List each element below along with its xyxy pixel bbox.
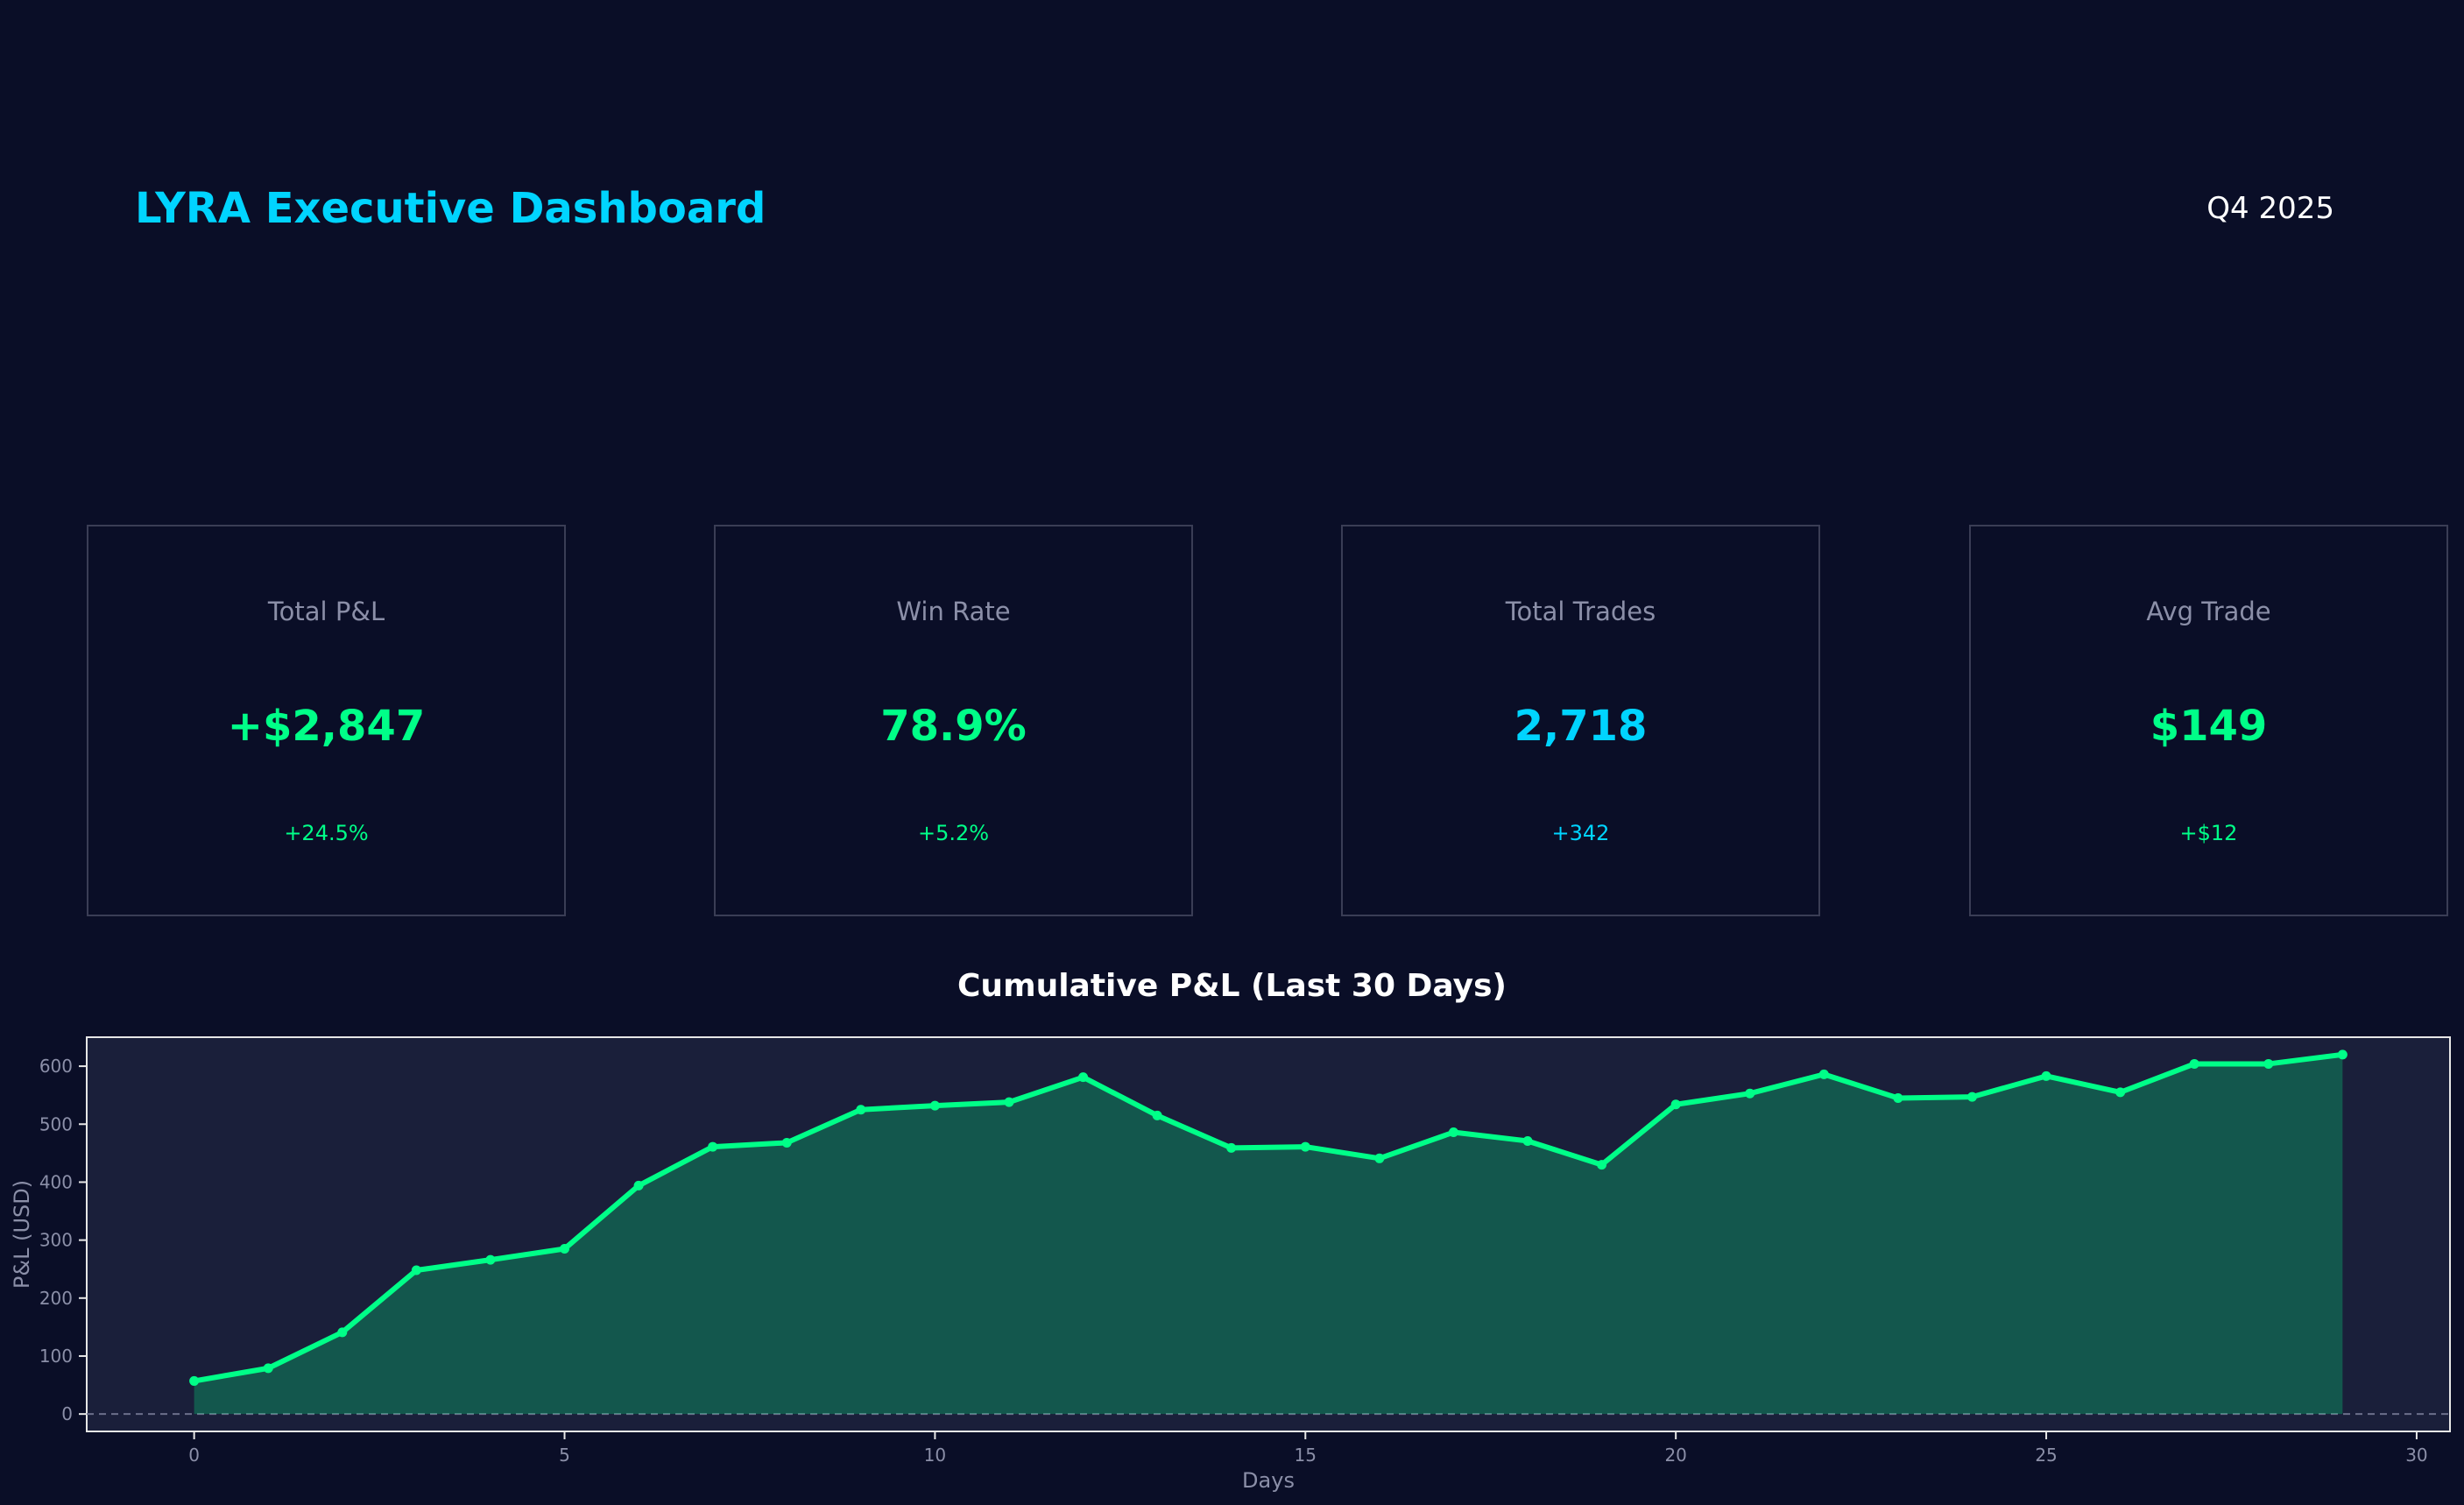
x-tick-label: 0 (188, 1445, 200, 1466)
data-point (1818, 1069, 1829, 1079)
data-point (485, 1254, 496, 1265)
x-tick-label: 15 (1295, 1445, 1317, 1466)
pnl-chart: 0 5 10 15 20 25 300100200300400500600DaysP&L (… (10, 1036, 2451, 1493)
x-tick-label: 10 (924, 1445, 946, 1466)
y-axis-label: P&L (USD) (10, 1180, 34, 1289)
data-point (2189, 1058, 2199, 1069)
data-point (1893, 1092, 1903, 1103)
data-point (1966, 1092, 1977, 1102)
x-tick-label: 20 (1664, 1445, 1686, 1466)
x-axis-label: Days (1242, 1468, 1295, 1493)
data-point (2041, 1070, 2051, 1081)
y-tick-label: 400 (39, 1171, 73, 1192)
data-point (560, 1244, 570, 1254)
data-point (708, 1141, 718, 1152)
data-point (1522, 1135, 1533, 1146)
data-point (337, 1327, 348, 1338)
data-point (1745, 1088, 1755, 1099)
data-point (781, 1137, 792, 1148)
data-point (1597, 1160, 1607, 1170)
data-point (1078, 1072, 1089, 1083)
data-point (2263, 1058, 2274, 1069)
y-tick-label: 600 (39, 1056, 73, 1077)
data-point (263, 1363, 273, 1374)
x-tick-label: 25 (2035, 1445, 2057, 1466)
y-tick-label: 500 (39, 1113, 73, 1134)
data-point (1374, 1153, 1385, 1163)
data-point (929, 1100, 940, 1111)
x-tick-label: 30 (2405, 1445, 2427, 1466)
y-tick-label: 100 (39, 1346, 73, 1367)
x-tick-label: 5 (559, 1445, 570, 1466)
data-point (856, 1105, 866, 1115)
data-point (1300, 1141, 1310, 1152)
y-tick-label: 0 (61, 1403, 73, 1424)
data-point (1226, 1142, 1237, 1153)
y-tick-label: 200 (39, 1288, 73, 1309)
data-point (1448, 1127, 1458, 1138)
data-point (633, 1180, 644, 1191)
data-point (1152, 1110, 1162, 1120)
data-point (2337, 1049, 2348, 1060)
data-point (1670, 1099, 1681, 1110)
data-point (2115, 1087, 2126, 1098)
dashboard-root: LYRA Executive Dashboard Q4 2025 Total P… (0, 0, 2464, 1505)
data-point (1004, 1097, 1014, 1107)
y-tick-label: 300 (39, 1230, 73, 1251)
data-point (411, 1265, 421, 1275)
data-point (189, 1375, 200, 1386)
